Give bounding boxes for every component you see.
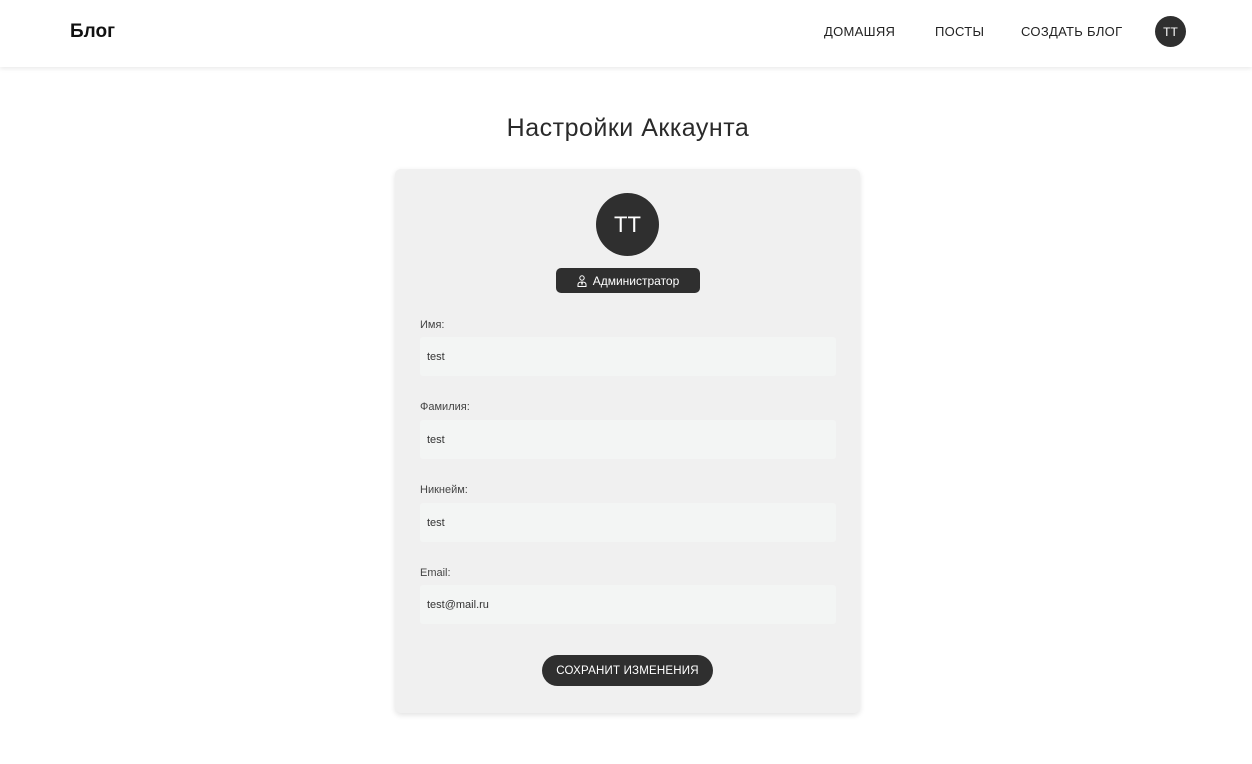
role-badge: Администратор [556, 268, 700, 293]
last-name-input[interactable] [420, 420, 836, 459]
email-label: Email: [420, 567, 451, 579]
role-label: Администратор [592, 273, 680, 288]
profile-avatar: ТТ [596, 193, 659, 256]
first-name-label: Имя: [420, 319, 445, 331]
save-changes-button[interactable]: СОХРАНИТ ИЗМЕНЕНИЯ [542, 655, 713, 686]
nickname-label: Никнейм: [420, 484, 468, 496]
nickname-input[interactable] [420, 503, 836, 542]
nav-link-home[interactable]: ДОМАШЯЯ [824, 24, 895, 39]
nav-link-posts[interactable]: ПОСТЫ [935, 24, 984, 39]
top-navbar: Блог ДОМАШЯЯ ПОСТЫ СОЗДАТЬ БЛОГ ТТ [0, 0, 1252, 67]
email-input[interactable] [420, 585, 836, 624]
user-tie-icon [577, 274, 587, 287]
page-title: Настройки Аккаунта [506, 114, 750, 142]
last-name-label: Фамилия: [420, 401, 470, 413]
main-nav: ДОМАШЯЯ ПОСТЫ СОЗДАТЬ БЛОГ [0, 24, 1252, 44]
account-settings-card: ТТ Администратор Имя: Фамилия: Никнейм: … [395, 169, 860, 713]
nav-link-create-blog[interactable]: СОЗДАТЬ БЛОГ [1021, 24, 1122, 39]
user-avatar-menu[interactable]: ТТ [1155, 16, 1186, 47]
first-name-input[interactable] [420, 337, 836, 376]
